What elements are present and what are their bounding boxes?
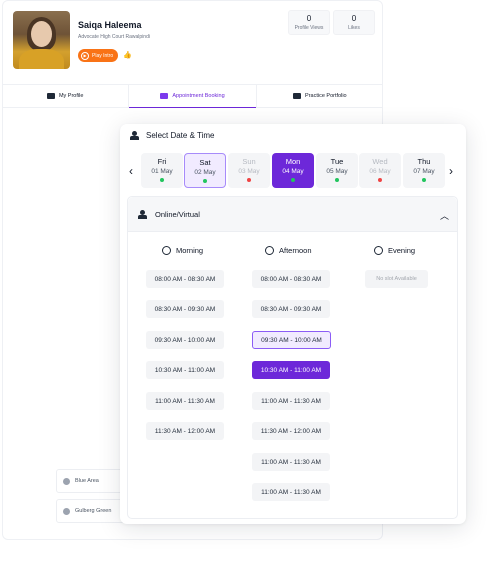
chevron-up-icon[interactable]: ︿ [440,209,449,222]
day-name: Sun [242,157,256,166]
person-icon [138,209,147,219]
profile-subtitle: Advocate High Court Rawalpindi [78,34,150,40]
id-card-icon [46,93,55,99]
panel-header: Select Date & Time [130,131,214,140]
period-label: Morning [176,246,204,255]
day-name: Fri [157,157,167,166]
time-slot[interactable]: 08:30 AM - 09:30 AM [146,300,224,318]
period-evening: Evening [374,246,415,255]
day-date: 06 May [369,168,391,175]
unavailable-dot [247,178,251,182]
stat-profile-views: 0 Profile Views [288,10,330,35]
location-label: Blue Area [75,478,99,484]
mode-section: Online/Virtual ︿ Morning Afternoon Eveni… [127,196,458,519]
play-intro-button[interactable]: ▶ Play Intro [78,49,118,62]
tab-practice-portfolio[interactable]: Practice Portfolio [257,85,383,107]
time-slot-selected[interactable]: 10:30 AM - 11:00 AM [252,361,330,379]
play-icon: ▶ [81,51,89,60]
day-date: 02 May [194,169,216,176]
time-slot[interactable]: 11:00 AM - 11:30 AM [252,392,330,410]
stat-label: Profile Views [294,25,324,31]
prev-arrow-icon[interactable]: ‹ [129,164,133,178]
stat-value: 0 [306,14,312,23]
tab-label: Appointment Booking [172,93,225,99]
day-sat[interactable]: Sat 02 May [184,153,226,188]
day-fri[interactable]: Fri 01 May [141,153,183,188]
day-name: Tue [330,157,344,166]
location-option-gulberg-green[interactable]: Gulberg Green [56,499,126,523]
time-slot[interactable]: 10:30 AM - 11:00 AM [146,361,224,379]
like-icon[interactable]: 👍 [122,50,133,61]
location-label: Gulberg Green [75,508,112,514]
evening-icon [374,246,383,255]
tab-appointment-booking[interactable]: Appointment Booking [128,85,257,108]
portfolio-icon [293,93,302,99]
day-date: 03 May [238,168,260,175]
location-icon [63,507,70,515]
available-dot [160,178,164,182]
profile-name: Saiqa Haleema [78,20,142,30]
period-label: Afternoon [279,246,312,255]
person-icon [130,131,139,140]
mode-label: Online/Virtual [155,209,200,219]
available-dot [335,178,339,182]
day-date: 04 May [282,168,304,175]
time-slot[interactable]: 11:00 AM - 11:30 AM [146,392,224,410]
available-dot [291,178,295,182]
time-slot[interactable]: 08:30 AM - 09:30 AM [252,300,330,318]
day-date: 01 May [151,168,173,175]
unavailable-dot [378,178,382,182]
day-wed[interactable]: Wed 06 May [359,153,401,188]
time-slot[interactable]: 11:30 AM - 12:00 AM [252,422,330,440]
day-name: Sat [199,158,211,167]
day-date: 05 May [326,168,348,175]
day-tue[interactable]: Tue 05 May [316,153,358,188]
tab-label: My Profile [58,93,84,99]
period-label: Evening [388,246,416,255]
day-name: Thu [417,157,431,166]
stat-value: 0 [351,14,357,23]
no-slot-badge: No slot Available [365,270,428,288]
day-thu[interactable]: Thu 07 May [403,153,445,188]
day-name: Mon [285,157,301,166]
booking-panel: Select Date & Time ‹ › Fri 01 May Sat 02… [120,124,466,524]
stat-likes: 0 Likes [333,10,375,35]
panel-title: Select Date & Time [146,131,215,140]
profile-photo [13,11,70,69]
time-slot[interactable]: 08:00 AM - 08:30 AM [252,270,330,288]
play-intro-label: Play Intro [92,52,114,59]
time-slot[interactable]: 11:00 AM - 11:30 AM [252,483,330,501]
time-slot[interactable]: 11:30 AM - 12:00 AM [146,422,224,440]
time-slot[interactable]: 08:00 AM - 08:30 AM [146,270,224,288]
time-slot[interactable]: 11:00 AM - 11:30 AM [252,453,330,471]
afternoon-icon [265,246,274,255]
day-date: 07 May [413,168,435,175]
tab-my-profile[interactable]: My Profile [2,85,128,107]
day-mon[interactable]: Mon 04 May [272,153,314,188]
morning-icon [162,246,171,255]
period-morning: Morning [162,246,203,255]
stat-label: Likes [348,25,360,31]
available-dot [422,178,426,182]
time-slot[interactable]: 09:30 AM - 10:00 AM [146,331,224,349]
tab-label: Practice Portfolio [305,93,347,99]
available-dot [203,179,207,183]
location-option-blue-area[interactable]: Blue Area [56,469,126,493]
day-sun[interactable]: Sun 03 May [228,153,270,188]
next-arrow-icon[interactable]: › [449,164,453,178]
profile-tabs: My Profile Appointment Booking Practice … [2,84,383,108]
period-afternoon: Afternoon [265,246,312,255]
calendar-icon [160,93,169,99]
location-icon [63,477,70,485]
day-name: Wed [372,157,388,166]
time-slot[interactable]: 09:30 AM - 10:00 AM [252,331,331,349]
mode-header[interactable]: Online/Virtual [128,197,457,232]
